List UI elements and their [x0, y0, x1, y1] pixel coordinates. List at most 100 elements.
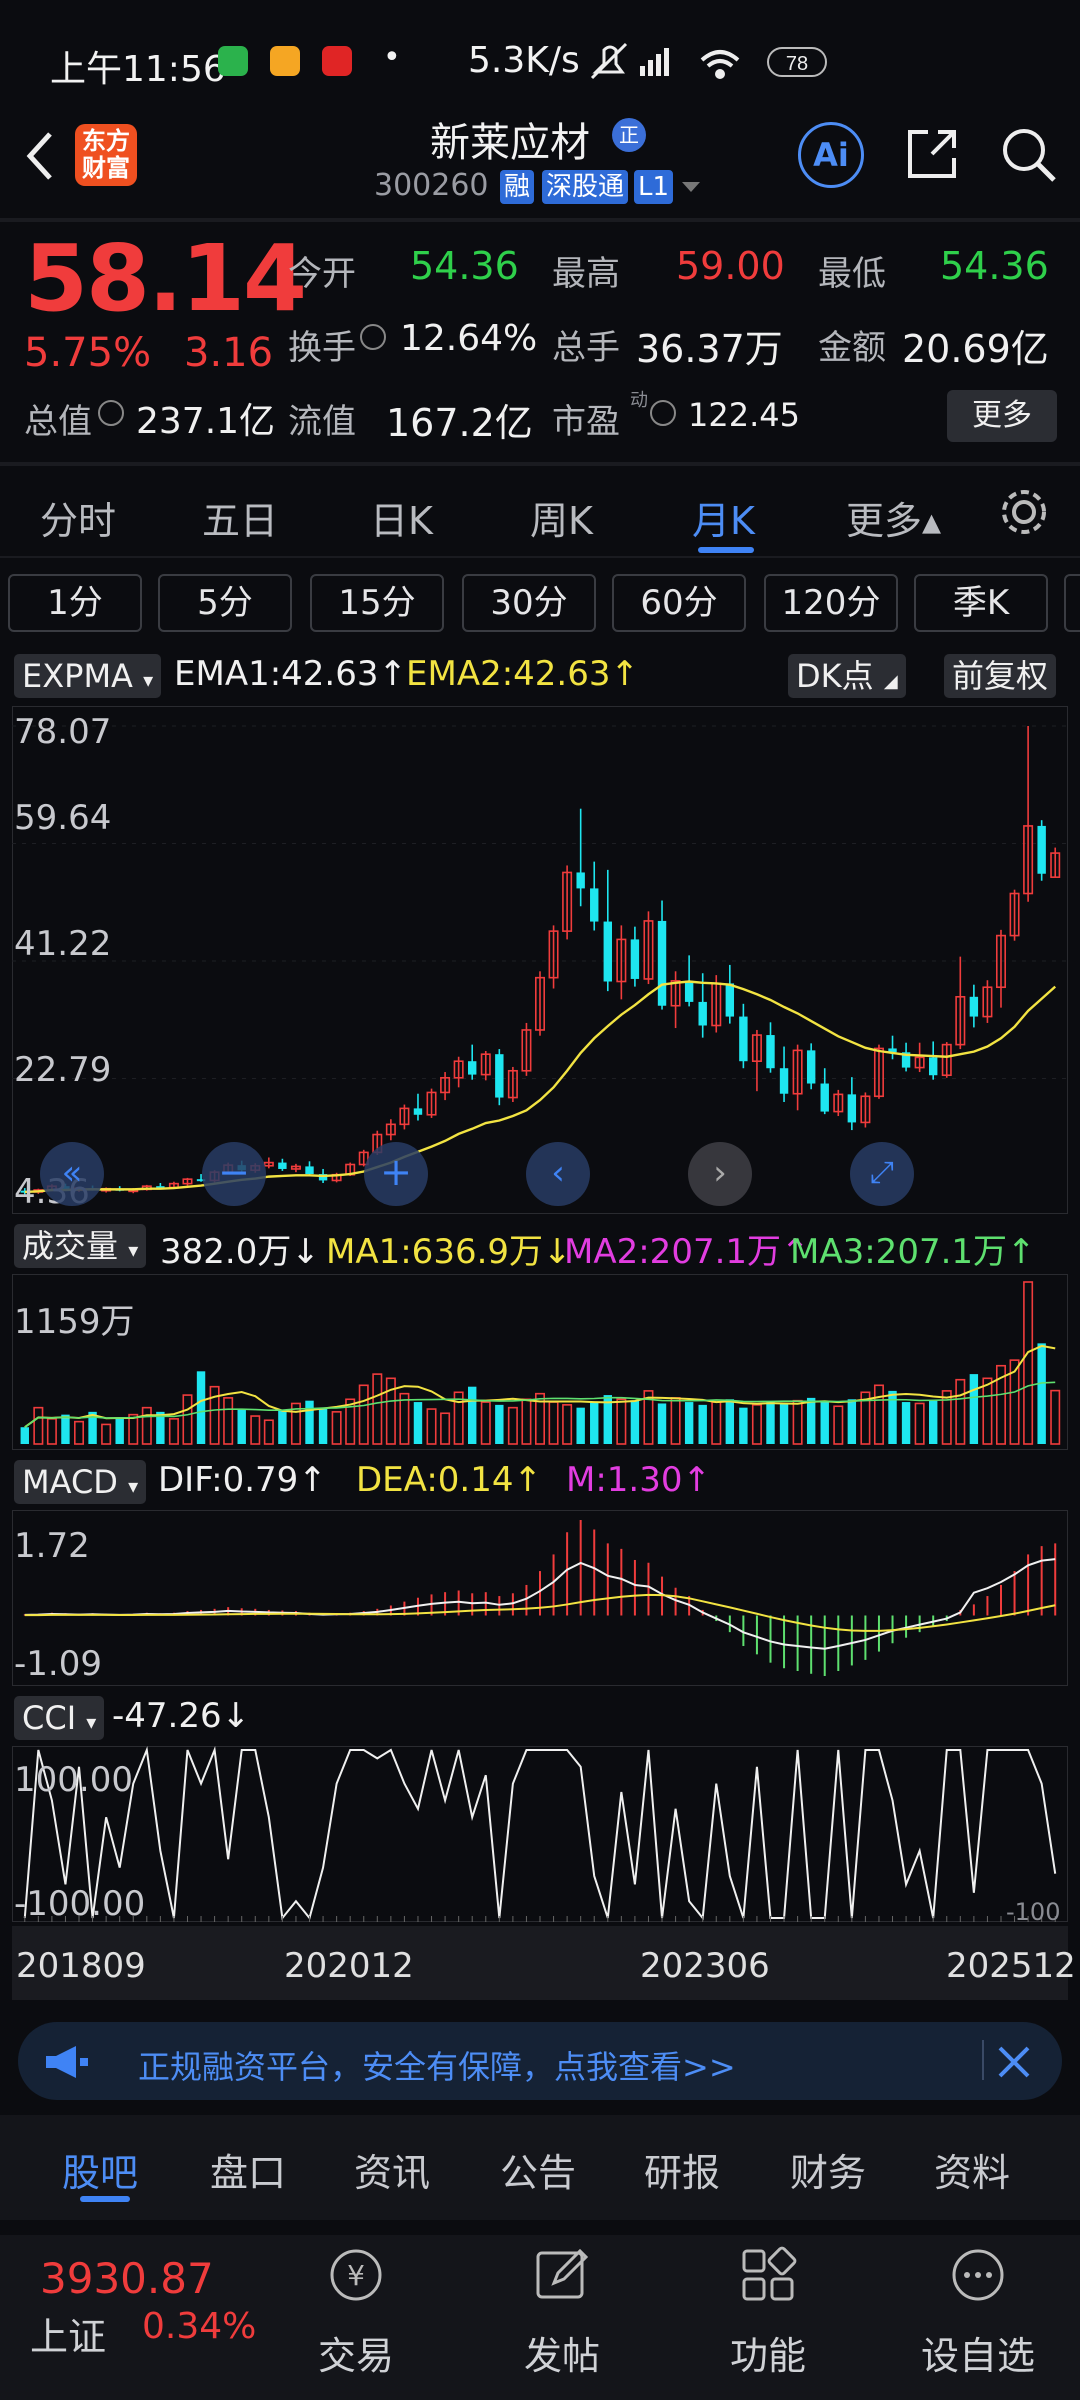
- functions-grid-icon[interactable]: [738, 2245, 798, 2305]
- notes-notification-icon: [270, 46, 300, 76]
- volume-bar: [20, 1427, 29, 1444]
- info-icon[interactable]: [360, 324, 386, 350]
- volume-bar: [358, 1384, 369, 1445]
- indicator-select-expma[interactable]: EXPMA ▾: [14, 654, 162, 698]
- candle-body: [576, 872, 585, 889]
- interval-15min[interactable]: 15分: [310, 574, 444, 632]
- volume-bar: [168, 1418, 179, 1445]
- volume-bar: [196, 1371, 206, 1444]
- volume-bar: [278, 1410, 287, 1444]
- indicator-select-macd[interactable]: MACD ▾: [14, 1460, 147, 1504]
- fullscreen-icon[interactable]: ⤢: [850, 1142, 914, 1206]
- back-icon[interactable]: [18, 128, 62, 184]
- low-label: 最低: [818, 254, 886, 294]
- x-tick-label: 201809: [16, 1946, 146, 1986]
- tab-news[interactable]: 资讯: [354, 2142, 430, 2197]
- volume-y-max: 1159万: [14, 1302, 135, 1342]
- indicator-select-cci[interactable]: CCI ▾: [14, 1696, 105, 1740]
- adjust-button[interactable]: 前复权: [944, 654, 1057, 698]
- volume-bar: [128, 1413, 139, 1445]
- info-icon[interactable]: [650, 400, 676, 426]
- footer-functions[interactable]: 功能: [698, 2325, 838, 2380]
- wifi-icon: [700, 50, 740, 79]
- tab-more[interactable]: 更多▴: [846, 490, 941, 545]
- candle-body: [698, 1001, 707, 1026]
- banner-text[interactable]: 正规融资平台，安全有保障，点我查看>>: [138, 2042, 736, 2088]
- status-time: 上午11:56: [50, 49, 226, 90]
- trade-yen-icon[interactable]: ¥: [326, 2245, 386, 2305]
- footer-trade[interactable]: 交易: [286, 2325, 426, 2380]
- candle-body: [725, 983, 735, 1017]
- index-value[interactable]: 3930.87: [40, 2254, 214, 2303]
- network-speed: 5.3K/s: [468, 40, 580, 81]
- candle-body: [766, 1035, 775, 1069]
- more-button[interactable]: 更多: [947, 390, 1057, 442]
- dropdown-icon: ▾: [128, 1238, 139, 1262]
- interval-1min[interactable]: 1分: [8, 574, 142, 632]
- dropdown-icon: ▾: [86, 1710, 97, 1734]
- close-icon[interactable]: [996, 2044, 1032, 2080]
- tab-five-day[interactable]: 五日: [202, 490, 278, 545]
- footer-post[interactable]: 发帖: [492, 2325, 632, 2380]
- tab-forum[interactable]: 股吧: [62, 2142, 138, 2197]
- tab-intraday[interactable]: 分时: [40, 490, 116, 545]
- index-name[interactable]: 上证: [30, 2306, 106, 2361]
- volume-bar: [901, 1402, 911, 1444]
- info-icon[interactable]: [98, 400, 124, 426]
- scroll-right-icon[interactable]: ›: [688, 1142, 752, 1206]
- macd-chart[interactable]: [12, 1510, 1068, 1686]
- zoom-in-icon[interactable]: +: [364, 1142, 428, 1206]
- cci-line: [23, 1746, 1057, 1921]
- cci-value: -47.26↓: [112, 1696, 251, 1736]
- share-icon[interactable]: [902, 124, 962, 184]
- indicator-select-volume[interactable]: 成交量 ▾: [14, 1224, 147, 1268]
- divider: [0, 218, 1080, 222]
- volume-bar: [141, 1406, 152, 1445]
- zoom-out-icon[interactable]: −: [202, 1142, 266, 1206]
- footer-add-watchlist[interactable]: 设自选: [908, 2325, 1048, 2380]
- tab-order-book[interactable]: 盘口: [210, 2142, 286, 2197]
- interval-30min[interactable]: 30分: [462, 574, 596, 632]
- scroll-left-icon[interactable]: ‹: [526, 1142, 590, 1206]
- tab-profile[interactable]: 资料: [934, 2142, 1010, 2197]
- divider: [982, 2040, 984, 2080]
- interval-5min[interactable]: 5分: [158, 574, 292, 632]
- search-icon[interactable]: [998, 124, 1058, 184]
- tab-daily-k[interactable]: 日K: [370, 490, 433, 545]
- volume-bar: [101, 1423, 112, 1445]
- active-tab-indicator: [80, 2196, 130, 2202]
- tab-monthly-k[interactable]: 月K: [692, 490, 755, 545]
- candle-body: [969, 996, 979, 1017]
- interval-quarter-k[interactable]: 季K: [914, 574, 1048, 632]
- cci-chart[interactable]: [12, 1746, 1068, 1922]
- tab-weekly-k[interactable]: 周K: [530, 490, 593, 545]
- status-icons: 78: [590, 42, 827, 80]
- app-logo: 东方财富: [75, 124, 137, 186]
- tab-announcements[interactable]: 公告: [500, 2142, 576, 2197]
- index-change: 0.34%: [142, 2306, 257, 2347]
- macd-y-bottom: -1.09: [14, 1644, 102, 1684]
- cci-right-label: -100: [1006, 1898, 1061, 1926]
- dk-point-button[interactable]: DK点 ◢: [788, 654, 906, 698]
- volume-bar: [237, 1409, 246, 1444]
- tag-connect: 深股通: [542, 170, 629, 204]
- settings-gear-icon[interactable]: [996, 484, 1052, 540]
- volume-chart[interactable]: [12, 1274, 1068, 1450]
- interval-60min[interactable]: 60分: [612, 574, 746, 632]
- tab-financials[interactable]: 财务: [790, 2142, 866, 2197]
- candle-body: [603, 921, 612, 982]
- volume-bar: [331, 1411, 342, 1445]
- interval-overflow[interactable]: [1064, 574, 1080, 632]
- dropdown-icon[interactable]: [680, 176, 702, 198]
- volume-bar: [223, 1397, 234, 1445]
- more-dots-icon[interactable]: [948, 2245, 1008, 2305]
- tab-research[interactable]: 研报: [644, 2142, 720, 2197]
- interval-120min[interactable]: 120分: [764, 574, 898, 632]
- jump-start-icon[interactable]: «: [40, 1142, 104, 1206]
- volume-bar: [941, 1390, 952, 1445]
- y-tick-label: 78.07: [14, 712, 112, 752]
- volume-bar: [399, 1392, 410, 1445]
- candlestick-chart[interactable]: [12, 706, 1068, 1214]
- ai-button[interactable]: Ai: [798, 122, 864, 188]
- post-edit-icon[interactable]: [532, 2245, 592, 2305]
